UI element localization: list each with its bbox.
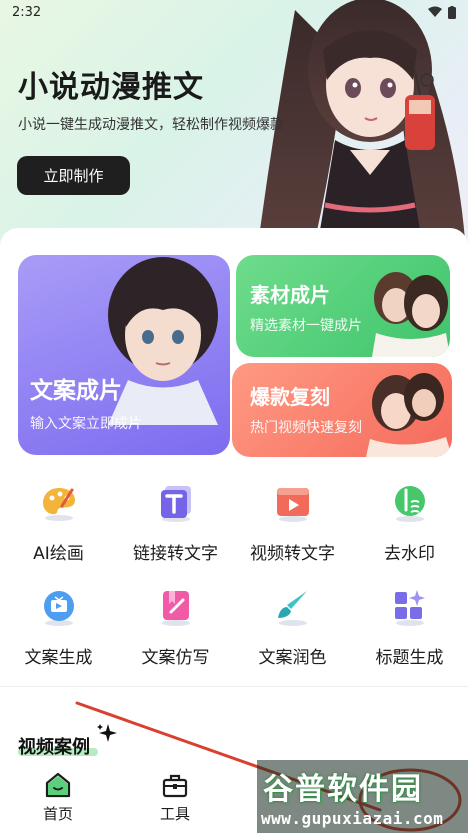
start-making-button[interactable]: 立即制作 bbox=[17, 156, 130, 195]
content-sheet: 文案成片 输入文案立即成片 素材成片 精选素材一键成片 爆款复刻 热门视频快速复… bbox=[0, 228, 468, 833]
tool-copy-polish-label: 文案润色 bbox=[258, 648, 327, 668]
nav-home[interactable]: 首页 bbox=[28, 769, 88, 829]
status-icons bbox=[428, 5, 456, 19]
site-watermark: 谷普软件园 www.gupuxiazai.com bbox=[257, 760, 468, 833]
battery-icon bbox=[448, 5, 456, 19]
watermark-remove-icon bbox=[395, 486, 425, 522]
card-copy-to-video-title: 文案成片 bbox=[30, 378, 122, 404]
card-copy-to-video-subtitle: 输入文案立即成片 bbox=[30, 416, 142, 432]
card-viral-remake[interactable]: 爆款复刻 热门视频快速复刻 bbox=[232, 363, 452, 457]
nav-tools-label: 工具 bbox=[159, 805, 190, 823]
watermark-url: www.gupuxiazai.com bbox=[261, 809, 444, 828]
couple-embrace-illustration bbox=[366, 373, 452, 457]
section-divider bbox=[0, 686, 468, 687]
palette-icon bbox=[43, 488, 75, 521]
status-time: 2:32 bbox=[12, 4, 42, 20]
tool-link-to-text[interactable]: 链接转文字 bbox=[117, 474, 234, 574]
tool-title-generate[interactable]: 标题生成 bbox=[351, 578, 468, 678]
tool-video-to-text-label: 视频转文字 bbox=[250, 544, 335, 564]
anime-girl-illustration bbox=[260, 0, 465, 240]
card-material-to-video[interactable]: 素材成片 精选素材一键成片 bbox=[236, 255, 450, 357]
card-viral-remake-title: 爆款复刻 bbox=[250, 385, 330, 409]
card-material-to-video-title: 素材成片 bbox=[250, 283, 330, 307]
text-t-icon bbox=[161, 486, 191, 522]
hero-title: 小说动漫推文 bbox=[18, 70, 204, 105]
nav-tools[interactable]: 工具 bbox=[145, 769, 205, 829]
tool-video-to-text[interactable]: 视频转文字 bbox=[234, 474, 351, 574]
toolbox-icon bbox=[162, 774, 188, 798]
card-viral-remake-subtitle: 热门视频快速复刻 bbox=[250, 420, 362, 436]
section-title-video-cases: 视频案例 bbox=[18, 737, 90, 758]
tool-copy-imitate[interactable]: 文案仿写 bbox=[117, 578, 234, 678]
home-icon bbox=[45, 772, 71, 798]
tool-title-generate-label: 标题生成 bbox=[375, 648, 444, 668]
status-bar: 2:32 bbox=[0, 0, 468, 24]
tool-copy-polish[interactable]: 文案润色 bbox=[234, 578, 351, 678]
card-copy-to-video[interactable]: 文案成片 输入文案立即成片 bbox=[18, 255, 230, 455]
video-play-icon bbox=[277, 488, 309, 522]
tool-link-to-text-label: 链接转文字 bbox=[133, 544, 218, 564]
watermark-title: 谷普软件园 bbox=[263, 772, 423, 807]
tv-icon bbox=[44, 591, 74, 626]
tool-copy-imitate-label: 文案仿写 bbox=[141, 648, 210, 668]
tools-grid: AI绘画 链接转文字 视频转文字 去水印 文案生成 文案仿写 文案润色 标题生成 bbox=[0, 474, 468, 684]
sparkle-icon bbox=[97, 724, 117, 742]
card-material-to-video-subtitle: 精选素材一键成片 bbox=[250, 318, 362, 334]
tool-remove-watermark[interactable]: 去水印 bbox=[351, 474, 468, 574]
tool-ai-drawing-label: AI绘画 bbox=[33, 544, 84, 564]
nav-home-label: 首页 bbox=[42, 805, 73, 823]
wifi-icon bbox=[428, 6, 442, 17]
grid-sparkle-icon bbox=[395, 590, 425, 626]
tool-copy-generate[interactable]: 文案生成 bbox=[0, 578, 117, 678]
tool-copy-generate-label: 文案生成 bbox=[24, 648, 93, 668]
tool-remove-watermark-label: 去水印 bbox=[384, 544, 435, 564]
couple-illustration bbox=[372, 272, 450, 357]
brush-icon bbox=[278, 591, 307, 626]
bookmark-edit-icon bbox=[162, 591, 190, 626]
tool-ai-drawing[interactable]: AI绘画 bbox=[0, 474, 117, 574]
hero-subtitle: 小说一键生成动漫推文，轻松制作视频爆款 bbox=[18, 117, 284, 133]
